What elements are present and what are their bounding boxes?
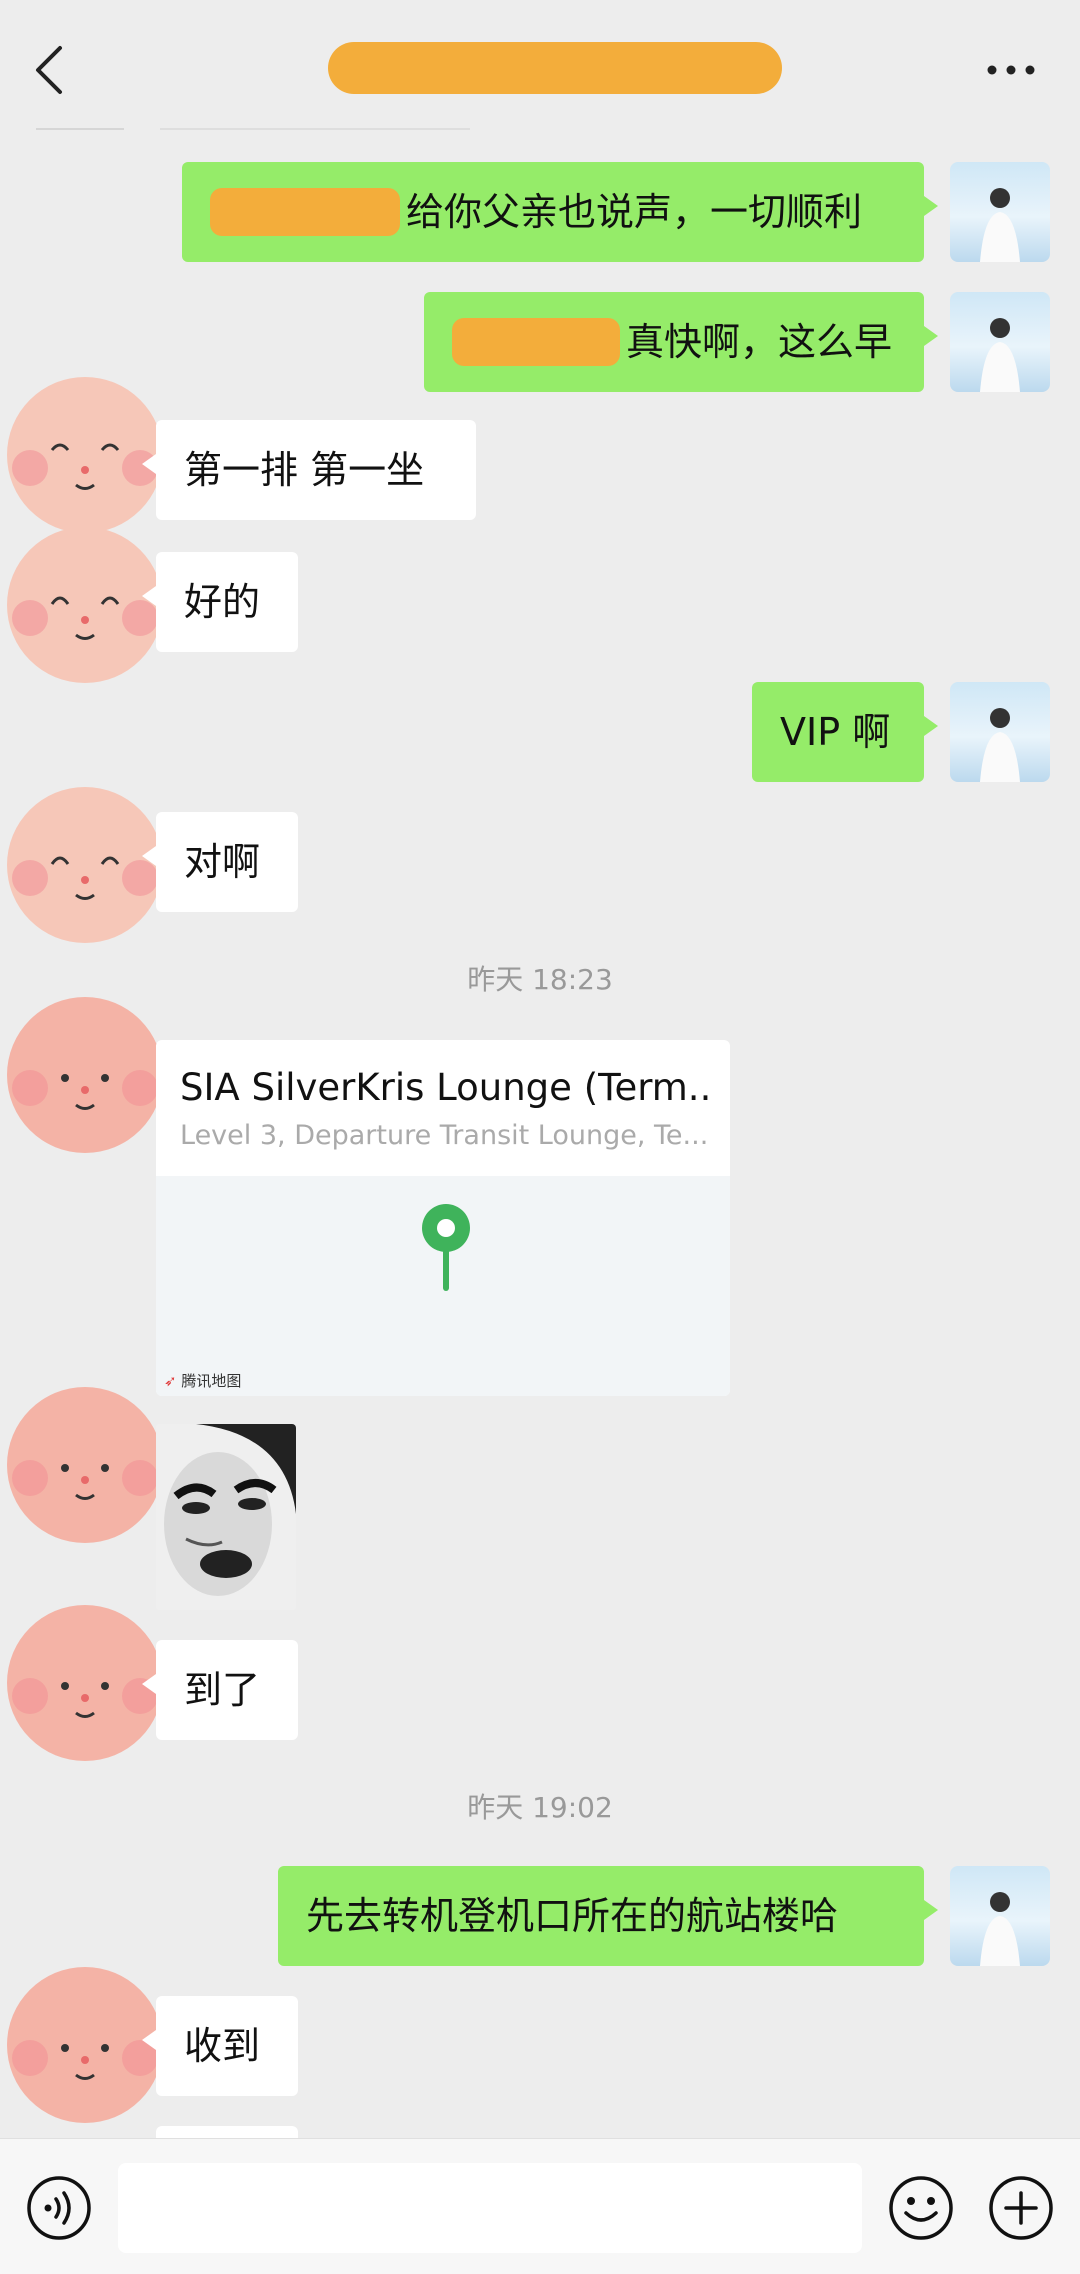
location-address: Level 3, Departure Transit Lounge, Te... (180, 1120, 709, 1151)
message-text: 给你父亲也说声，一切顺利 (406, 190, 863, 234)
plus-icon[interactable] (988, 2175, 1054, 2241)
emoji-icon[interactable] (888, 2175, 954, 2241)
divider (36, 128, 124, 130)
message-text: VIP 啊 (780, 710, 891, 754)
location-title: SIA SilverKris Lounge (Term... (180, 1066, 710, 1109)
message-text: 先去转机登机口所在的航站楼哈 (306, 1894, 839, 1938)
redacted-text (452, 318, 620, 366)
chat-title-redacted (328, 42, 782, 94)
location-card[interactable]: SIA SilverKris Lounge (Term... Level 3, … (156, 1040, 730, 1396)
message-bubble-other[interactable]: 第一排 第一坐 (142, 420, 476, 520)
message-text: 到了 (184, 1668, 261, 1712)
message-bubble-other[interactable]: 对啊 (142, 812, 298, 912)
divider (160, 128, 470, 130)
self-avatar[interactable] (950, 1866, 1050, 1966)
contact-avatar[interactable] (0, 1380, 170, 1550)
message-bubble-other[interactable]: 到了 (142, 1640, 298, 1740)
location-map[interactable] (156, 1176, 730, 1396)
voice-icon[interactable] (26, 2175, 92, 2241)
chat-header (0, 0, 1080, 130)
timestamp: 昨天 19:02 (467, 1791, 613, 1824)
message-text: 第一排 第一坐 (184, 448, 425, 492)
message-text: 真快啊，这么早 (626, 320, 893, 364)
self-avatar[interactable] (950, 682, 1050, 782)
message-bubble-self[interactable]: 先去转机登机口所在的航站楼哈 (278, 1866, 938, 1966)
sticker-image[interactable] (156, 1424, 296, 1610)
map-brand-label: ➶ 腾讯地图 (164, 1372, 242, 1390)
message-bubble-other[interactable]: 好的 (142, 552, 298, 652)
self-avatar[interactable] (950, 292, 1050, 392)
map-pin-icon (422, 1204, 470, 1291)
input-toolbar (0, 2138, 1080, 2274)
message-bubble-other[interactable]: 收到 (142, 1996, 298, 2096)
message-input[interactable] (118, 2163, 862, 2253)
chevron-left-icon[interactable] (30, 40, 70, 100)
ellipsis-icon[interactable] (986, 60, 1036, 80)
message-text: 收到 (184, 2024, 261, 2068)
message-text: 对啊 (184, 840, 261, 884)
message-bubble-self[interactable]: VIP 啊 (752, 682, 938, 782)
self-avatar[interactable] (950, 162, 1050, 262)
contact-avatar[interactable] (0, 990, 170, 1160)
message-bubble-self[interactable]: 真快啊，这么早 (424, 292, 938, 392)
message-bubble-self[interactable]: 给你父亲也说声，一切顺利 (182, 162, 938, 262)
message-text: 好的 (184, 580, 261, 624)
redacted-text (210, 188, 400, 236)
